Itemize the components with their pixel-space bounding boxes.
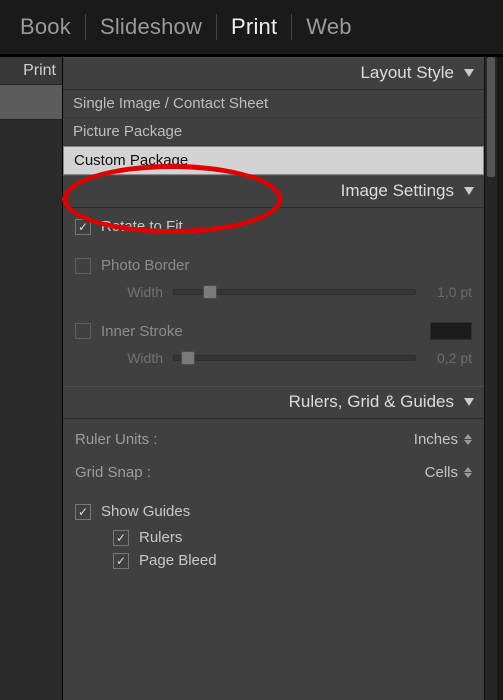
checkbox-icon[interactable]: [75, 258, 91, 274]
checkbox-label: Rotate to Fit: [101, 218, 183, 235]
grid-snap-dropdown[interactable]: Cells: [425, 464, 472, 481]
layout-style-option[interactable]: Picture Package: [63, 118, 484, 146]
panel-edge: [497, 57, 503, 700]
stepper-icon: [464, 434, 472, 445]
slider-label: Width: [113, 284, 163, 300]
scrollbar-thumb[interactable]: [487, 57, 495, 177]
module-tab-bar: Book Slideshow Print Web: [0, 0, 503, 54]
right-panel-stack: Layout Style Single Image / Contact Shee…: [63, 57, 484, 700]
show-guides-child[interactable]: Rulers: [75, 526, 472, 549]
panel-title: Layout Style: [360, 63, 454, 83]
image-settings-body: Rotate to Fit Photo Border Width 1,0 pt …: [63, 208, 484, 386]
slider-label: Width: [113, 350, 163, 366]
checkbox-icon[interactable]: [113, 553, 129, 569]
grid-snap-row: Grid Snap : Cells: [75, 456, 472, 489]
checkbox-label: Page Bleed: [139, 552, 217, 569]
checkbox-label: Rulers: [139, 529, 182, 546]
checkbox-label: Show Guides: [101, 503, 190, 520]
checkbox-icon[interactable]: [75, 219, 91, 235]
tab-web[interactable]: Web: [292, 14, 365, 40]
left-panel-body: [0, 85, 62, 120]
panel-title: Image Settings: [341, 181, 454, 201]
stepper-icon: [464, 467, 472, 478]
checkbox-icon[interactable]: [113, 530, 129, 546]
inner-stroke-width-slider[interactable]: [173, 355, 416, 361]
layout-style-list: Single Image / Contact Sheet Picture Pac…: [63, 90, 484, 175]
slider-value: 1,0 pt: [426, 284, 472, 300]
slider-value: 0,2 pt: [426, 350, 472, 366]
ruler-units-dropdown[interactable]: Inches: [414, 431, 472, 448]
collapse-icon: [464, 69, 474, 77]
tab-slideshow[interactable]: Slideshow: [86, 14, 216, 40]
panel-header-guides[interactable]: Rulers, Grid & Guides: [63, 386, 484, 419]
inner-stroke-width-row: Width 0,2 pt: [75, 346, 472, 376]
photo-border-width-row: Width 1,0 pt: [75, 280, 472, 310]
setting-label: Grid Snap :: [75, 464, 151, 481]
rotate-to-fit-row[interactable]: Rotate to Fit: [75, 212, 472, 241]
ruler-units-row: Ruler Units : Inches: [75, 423, 472, 456]
dropdown-value: Inches: [414, 431, 458, 448]
panel-header-layout-style[interactable]: Layout Style: [63, 57, 484, 90]
photo-border-row[interactable]: Photo Border: [75, 251, 472, 280]
tab-print[interactable]: Print: [217, 14, 291, 40]
vertical-scrollbar[interactable]: [484, 57, 497, 700]
left-panel: Print: [0, 57, 63, 700]
slider-knob[interactable]: [203, 285, 217, 299]
dropdown-value: Cells: [425, 464, 458, 481]
layout-style-option-selected[interactable]: Custom Package: [63, 146, 484, 175]
guides-body: Ruler Units : Inches Grid Snap : Cells: [63, 419, 484, 582]
tab-book[interactable]: Book: [6, 14, 85, 40]
inner-stroke-row[interactable]: Inner Stroke: [75, 316, 472, 346]
show-guides-child[interactable]: Page Bleed: [75, 549, 472, 572]
photo-border-width-slider[interactable]: [173, 289, 416, 295]
left-panel-title: Print: [0, 57, 62, 85]
checkbox-icon[interactable]: [75, 323, 91, 339]
layout-style-option[interactable]: Single Image / Contact Sheet: [63, 90, 484, 118]
color-swatch[interactable]: [430, 322, 472, 340]
panel-title: Rulers, Grid & Guides: [289, 392, 454, 412]
show-guides-row[interactable]: Show Guides: [75, 497, 472, 526]
slider-knob[interactable]: [181, 351, 195, 365]
setting-label: Ruler Units :: [75, 431, 158, 448]
checkbox-label: Inner Stroke: [101, 323, 183, 340]
collapse-icon: [464, 398, 474, 406]
checkbox-icon[interactable]: [75, 504, 91, 520]
collapse-icon: [464, 187, 474, 195]
checkbox-label: Photo Border: [101, 257, 189, 274]
panel-header-image-settings[interactable]: Image Settings: [63, 175, 484, 208]
